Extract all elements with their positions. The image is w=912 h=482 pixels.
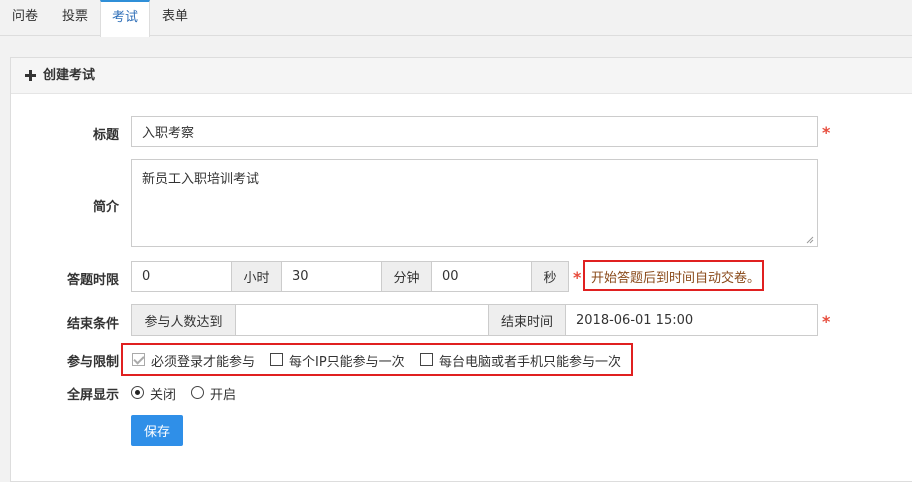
required-mark: *: [822, 312, 831, 331]
tab-label: 问卷: [11, 9, 38, 24]
save-button[interactable]: 保存: [131, 415, 183, 446]
duration-label: 答题时限: [66, 273, 119, 288]
panel-header: 创建考试: [11, 58, 912, 94]
tab-label: 考试: [111, 10, 138, 25]
required-mark: *: [822, 123, 831, 142]
device-once-label[interactable]: 每台电脑或者手机只能参与一次: [439, 351, 621, 370]
minutes-input[interactable]: 30: [281, 261, 382, 292]
fullscreen-on-radio[interactable]: [191, 386, 204, 399]
intro-textarea[interactable]: [131, 159, 818, 247]
resize-grip-icon[interactable]: [806, 236, 814, 244]
seconds-unit: 秒: [531, 261, 569, 292]
tab-questionnaire[interactable]: 问卷: [0, 0, 50, 36]
hours-unit: 小时: [231, 261, 282, 292]
seconds-input[interactable]: 00: [431, 261, 532, 292]
plus-icon: [25, 70, 36, 81]
tab-label: 投票: [61, 9, 88, 24]
participants-addon: 参与人数达到: [131, 304, 236, 336]
fullscreen-off-label[interactable]: 关闭: [150, 384, 176, 403]
tab-exam[interactable]: 考试: [100, 0, 150, 37]
panel-title: 创建考试: [43, 68, 96, 83]
radio-selected-dot: [135, 390, 140, 395]
fullscreen-off-radio[interactable]: [131, 386, 144, 399]
end-time-addon: 结束时间: [488, 304, 566, 336]
ip-once-checkbox[interactable]: [270, 353, 283, 366]
duration-hint: 开始答题后到时间自动交卷。: [591, 271, 761, 286]
check-icon: [133, 353, 145, 365]
tab-vote[interactable]: 投票: [50, 0, 100, 36]
minutes-value: 30: [292, 269, 309, 284]
end-time-input[interactable]: 2018-06-01 15:00: [565, 304, 818, 336]
participants-input[interactable]: [235, 304, 489, 336]
device-once-checkbox[interactable]: [420, 353, 433, 366]
limit-label: 参与限制: [66, 355, 119, 370]
seconds-value: 00: [442, 269, 459, 284]
login-required-checkbox[interactable]: [132, 353, 145, 366]
tab-form[interactable]: 表单: [150, 0, 200, 36]
end-condition-label: 结束条件: [66, 317, 119, 332]
end-time-value: 2018-06-01 15:00: [576, 312, 694, 328]
minutes-unit: 分钟: [381, 261, 432, 292]
hours-input[interactable]: 0: [131, 261, 232, 292]
ip-once-label[interactable]: 每个IP只能参与一次: [289, 351, 405, 370]
hours-value: 0: [142, 269, 151, 284]
title-label: 标题: [92, 128, 119, 143]
tab-label: 表单: [161, 9, 188, 24]
title-input[interactable]: 入职考察: [131, 116, 818, 147]
fullscreen-on-label[interactable]: 开启: [210, 384, 236, 403]
fullscreen-label: 全屏显示: [66, 388, 119, 403]
top-tab-bar: 问卷 投票 考试 表单: [0, 0, 912, 37]
login-required-label[interactable]: 必须登录才能参与: [151, 351, 255, 370]
title-input-value: 入职考察: [142, 126, 195, 141]
intro-label: 简介: [92, 200, 119, 215]
required-mark: *: [573, 268, 582, 287]
